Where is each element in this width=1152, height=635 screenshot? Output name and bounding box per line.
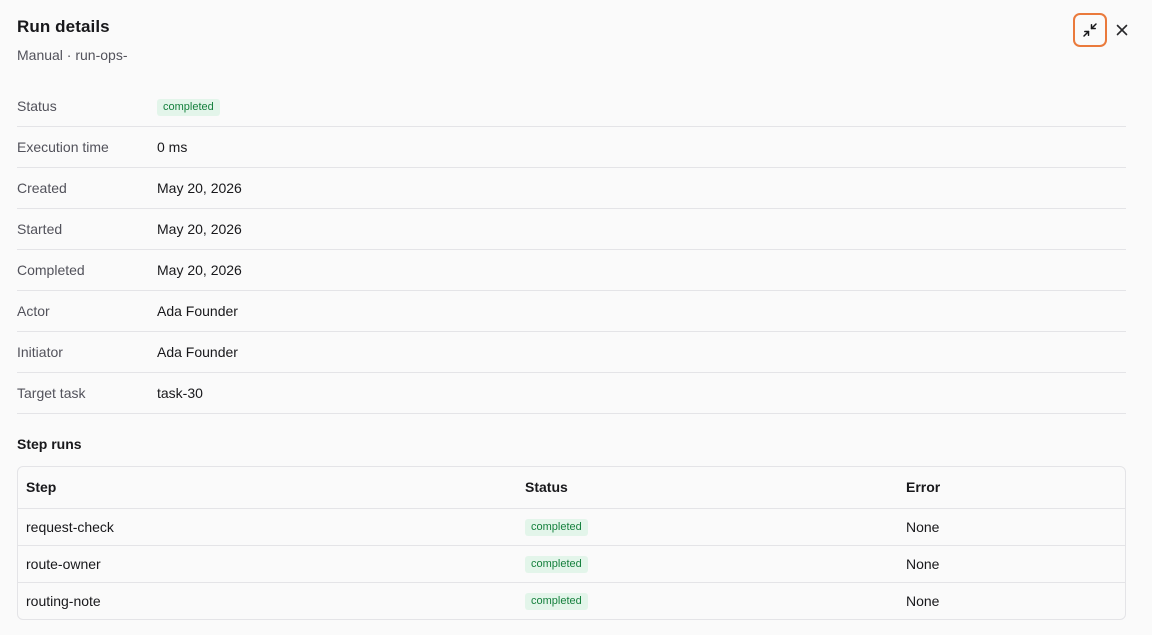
detail-value: Ada Founder: [157, 303, 238, 319]
details-list: Status completed Execution time 0 ms Cre…: [17, 86, 1126, 414]
panel-title: Run details: [17, 17, 110, 36]
detail-label: Actor: [17, 303, 50, 319]
column-header-error: Error: [898, 467, 1125, 509]
collapse-arrows-icon: [1083, 23, 1097, 37]
detail-label: Created: [17, 180, 67, 196]
column-header-step: Step: [18, 467, 517, 509]
close-button[interactable]: [1110, 17, 1134, 43]
detail-value: May 20, 2026: [157, 180, 242, 196]
detail-value: Ada Founder: [157, 344, 238, 360]
step-error: None: [898, 545, 1125, 583]
status-badge: completed: [157, 98, 220, 116]
step-name: route-owner: [18, 545, 517, 583]
close-icon: [1116, 24, 1128, 36]
detail-row-actor: Actor Ada Founder: [17, 291, 1126, 332]
detail-row-initiator: Initiator Ada Founder: [17, 332, 1126, 373]
step-error: None: [898, 508, 1125, 546]
detail-row-completed: Completed May 20, 2026: [17, 250, 1126, 291]
detail-label: Status: [17, 98, 57, 114]
run-details-panel: Run details Manual · run-ops- Status com…: [0, 0, 1152, 635]
table-row: routing-note completed None: [18, 582, 1125, 619]
detail-label: Execution time: [17, 139, 109, 155]
table-row: request-check completed None: [18, 508, 1125, 546]
collapse-button[interactable]: [1073, 13, 1107, 47]
detail-row-started: Started May 20, 2026: [17, 209, 1126, 250]
detail-row-execution-time: Execution time 0 ms: [17, 127, 1126, 168]
detail-label: Target task: [17, 385, 86, 401]
table-header-row: Step Status Error: [18, 467, 1125, 509]
step-status: completed: [517, 582, 898, 619]
detail-value: task-30: [157, 385, 203, 401]
step-error: None: [906, 592, 940, 609]
status-badge: completed: [525, 593, 588, 611]
panel-subtitle: Manual · run-ops-: [17, 47, 128, 63]
step-runs-heading: Step runs: [17, 436, 82, 452]
status-badge: completed: [525, 556, 588, 573]
step-name: request-check: [18, 508, 517, 546]
detail-row-target-task: Target task task-30: [17, 373, 1126, 414]
detail-value: May 20, 2026: [157, 221, 242, 237]
detail-value: 0 ms: [157, 139, 188, 155]
detail-value: May 20, 2026: [157, 262, 242, 278]
step-status: completed: [517, 545, 898, 583]
step-status: completed: [517, 508, 898, 546]
detail-row-status: Status completed: [17, 86, 1126, 127]
detail-label: Initiator: [17, 344, 63, 360]
column-header-status: Status: [517, 467, 898, 509]
detail-label: Started: [17, 221, 63, 237]
status-badge: completed: [525, 519, 588, 536]
detail-value: completed: [157, 97, 220, 116]
detail-row-created: Created May 20, 2026: [17, 168, 1126, 209]
step-name: routing-note: [26, 592, 101, 609]
detail-label: Completed: [17, 262, 85, 278]
table-row: route-owner completed None: [18, 545, 1125, 583]
step-runs-table: Step Status Error request-check complete…: [17, 466, 1126, 620]
